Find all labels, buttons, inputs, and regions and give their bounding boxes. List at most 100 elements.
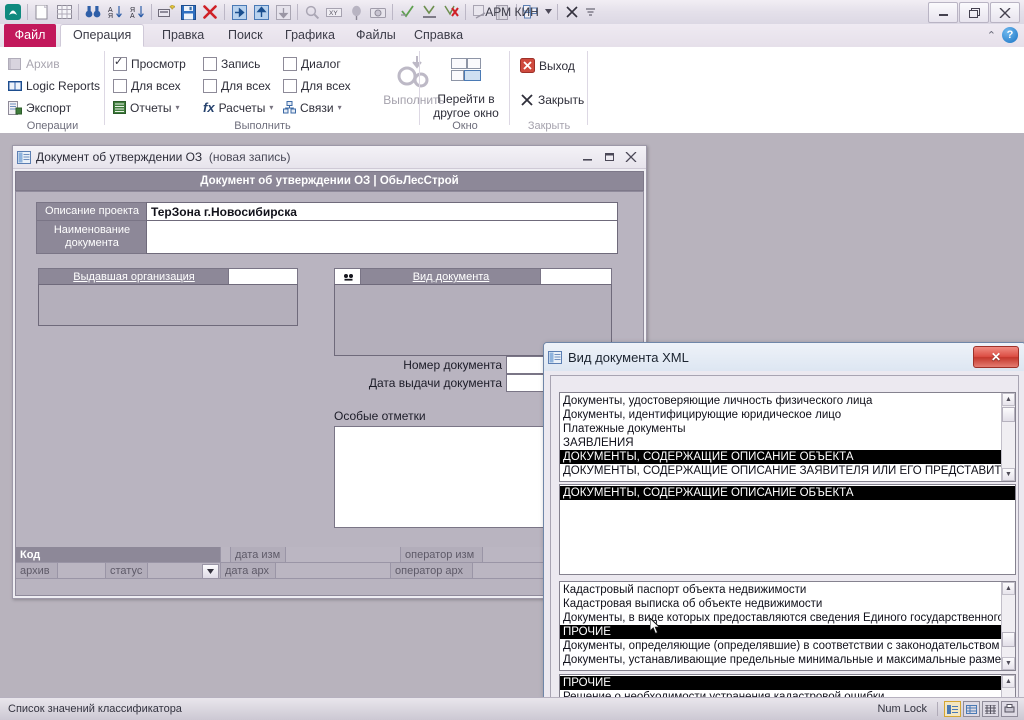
collapse-ribbon-icon[interactable]: ⌃ — [987, 29, 996, 42]
chevron-down-icon[interactable]: ▾ — [338, 103, 342, 112]
category-list-top[interactable]: Документы, удостоверяющие личность физич… — [559, 392, 1016, 482]
xml-dialog-titlebar[interactable]: Вид документа XML ✕ — [544, 343, 1024, 371]
measure-icon[interactable] — [419, 2, 439, 22]
cancel-red-icon[interactable] — [441, 2, 461, 22]
tab-search[interactable]: Поиск — [216, 24, 275, 47]
grid-cell-date-changed-value[interactable] — [286, 547, 401, 563]
book-icon[interactable] — [492, 2, 512, 22]
form-view-icon[interactable] — [944, 701, 961, 717]
checkbox-view-box[interactable] — [113, 55, 127, 71]
sort-asc-icon[interactable]: AЯ — [105, 2, 125, 22]
app-logo-icon[interactable] — [3, 2, 23, 22]
status-dropdown-icon[interactable] — [202, 564, 219, 579]
copy-layer-icon[interactable] — [470, 2, 490, 22]
checkbox-for-all-1-box[interactable] — [113, 78, 127, 93]
checkbox-record-box[interactable] — [203, 56, 217, 71]
checkbox-dialog[interactable]: Диалог — [283, 53, 341, 74]
grid-cell-date-archive-value[interactable] — [276, 563, 391, 579]
checkbox-for-all-3-box[interactable] — [283, 78, 297, 93]
restore-button[interactable] — [959, 2, 989, 23]
document-close-button[interactable] — [620, 149, 642, 165]
tab-file[interactable]: Файл — [4, 24, 56, 47]
export-right-icon[interactable] — [229, 2, 249, 22]
close-x-icon[interactable] — [562, 2, 582, 22]
xml-dialog-close-button[interactable]: ✕ — [973, 346, 1019, 368]
zoom-icon[interactable] — [302, 2, 322, 22]
help-icon[interactable]: ? — [1002, 27, 1018, 43]
document-minimize-button[interactable] — [576, 149, 598, 165]
scroll-up-icon[interactable]: ▲ — [1002, 675, 1015, 688]
delete-icon[interactable] — [200, 2, 220, 22]
tab-operation[interactable]: Операция — [60, 24, 145, 47]
balloon-icon[interactable] — [346, 2, 366, 22]
document-type-middle-item[interactable]: Кадастровый паспорт объекта недвижимости — [560, 583, 1002, 597]
layout-icon[interactable] — [521, 2, 541, 22]
selected-category-item[interactable]: ДОКУМЕНТЫ, СОДЕРЖАЩИЕ ОПИСАНИЕ ОБЪЕКТА — [560, 486, 1015, 500]
checkbox-record[interactable]: Запись — [203, 53, 260, 74]
switch-window-button[interactable]: Перейти в другое окно — [426, 51, 506, 121]
print-view-icon[interactable] — [1001, 701, 1018, 717]
check-green-icon[interactable] — [397, 2, 417, 22]
document-type-middle-item[interactable]: Документы, определяющие (определявшие) в… — [560, 639, 1002, 653]
grid-view-icon[interactable] — [982, 701, 999, 717]
save-icon[interactable] — [178, 2, 198, 22]
sort-desc-icon[interactable]: ЯA — [127, 2, 147, 22]
checkbox-for-all-2-box[interactable] — [203, 78, 217, 93]
new-document-icon[interactable] — [32, 2, 52, 22]
binoculars-search-icon[interactable] — [83, 2, 103, 22]
checkbox-for-all-2[interactable]: Для всех — [203, 75, 271, 96]
document-type-middle-item[interactable]: Документы, устанавливающие предельные ми… — [560, 653, 1002, 667]
project-description-input[interactable]: ТерЗона г.Новосибирска — [146, 202, 618, 221]
ribbon-item-export[interactable]: Экспорт — [8, 97, 71, 118]
scroll-down-icon[interactable]: ▼ — [1002, 468, 1015, 481]
document-type-bottom-item[interactable]: ПРОЧИЕ — [560, 676, 1002, 690]
grid-cell-code-value[interactable] — [221, 547, 231, 563]
menu-calculations[interactable]: fx Расчеты ▾ — [203, 97, 273, 118]
close-button-ribbon[interactable]: Закрыть — [520, 89, 584, 110]
checkbox-dialog-box[interactable] — [283, 56, 297, 71]
scroll-thumb[interactable] — [1002, 407, 1015, 422]
scroll-up-icon[interactable]: ▲ — [1002, 393, 1015, 406]
grid-cell-archive-value[interactable] — [58, 563, 106, 579]
document-type-list-middle[interactable]: Кадастровый паспорт объекта недвижимости… — [559, 581, 1016, 671]
category-list-top-item[interactable]: Документы, удостоверяющие личность физич… — [560, 394, 1002, 408]
category-list-top-scrollbar[interactable]: ▲ ▼ — [1001, 393, 1015, 481]
category-list-top-item[interactable]: ЗАЯВЛЕНИЯ — [560, 436, 1002, 450]
camera-icon[interactable] — [368, 2, 388, 22]
scroll-thumb[interactable] — [1002, 632, 1015, 647]
download-icon[interactable] — [273, 2, 293, 22]
checkbox-for-all-3[interactable]: Для всех — [283, 75, 351, 96]
issuing-org-list[interactable] — [38, 284, 298, 326]
xy-icon[interactable]: XY — [324, 2, 344, 22]
document-type-middle-item[interactable]: Кадастровая выписка об объекте недвижимо… — [560, 597, 1002, 611]
scroll-up-icon[interactable]: ▲ — [1002, 582, 1015, 595]
checkbox-for-all-1[interactable]: Для всех — [113, 75, 181, 96]
document-window-titlebar[interactable]: Документ об утверждении ОЗ (новая запись… — [13, 146, 646, 169]
grid-cell-status-value[interactable] — [148, 563, 221, 579]
category-list-top-item[interactable]: ДОКУМЕНТЫ, СОДЕРЖАЩИЕ ОПИСАНИЕ ЗАЯВИТЕЛЯ… — [560, 464, 1002, 478]
tab-edit[interactable]: Правка — [150, 24, 216, 47]
document-type-middle-item[interactable]: Документы, в виде которых предоставляютс… — [560, 611, 1002, 625]
selected-category-box[interactable]: ДОКУМЕНТЫ, СОДЕРЖАЩИЕ ОПИСАНИЕ ОБЪЕКТА — [559, 484, 1016, 575]
table-icon[interactable] — [54, 2, 74, 22]
category-list-top-item[interactable]: Документы, идентифицирующие юридическое … — [560, 408, 1002, 422]
tab-files[interactable]: Файлы — [344, 24, 408, 47]
close-button[interactable] — [990, 2, 1020, 23]
category-list-top-item[interactable]: ДОКУМЕНТЫ, СОДЕРЖАЩИЕ ОПИСАНИЕ ОБЪЕКТА — [560, 450, 1002, 464]
tab-help[interactable]: Справка — [402, 24, 475, 47]
more-options-icon[interactable] — [543, 2, 553, 22]
minimize-button[interactable] — [928, 2, 958, 23]
import-up-icon[interactable] — [251, 2, 271, 22]
tab-graphics[interactable]: Графика — [273, 24, 347, 47]
document-type-list-middle-scrollbar[interactable]: ▲ ▼ — [1001, 582, 1015, 670]
menu-reports[interactable]: Отчеты ▾ — [113, 97, 180, 118]
exit-button[interactable]: Выход — [520, 55, 575, 76]
ribbon-item-logic-reports[interactable]: Logic Reports — [8, 75, 100, 96]
table-view-icon[interactable] — [963, 701, 980, 717]
new-record-icon[interactable] — [156, 2, 176, 22]
ribbon-item-archive[interactable]: Архив — [8, 53, 60, 74]
scroll-down-icon[interactable]: ▼ — [1002, 657, 1015, 670]
checkbox-view[interactable]: Просмотр — [113, 53, 186, 74]
document-maximize-button[interactable] — [598, 149, 620, 165]
category-list-top-item[interactable]: Платежные документы — [560, 422, 1002, 436]
